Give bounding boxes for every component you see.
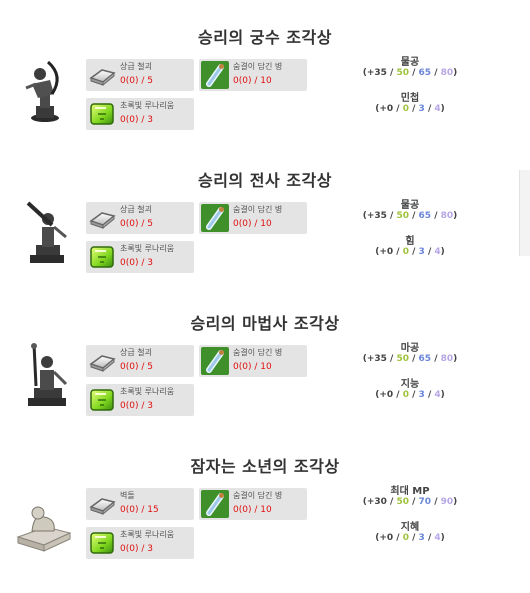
breath-bottle-icon — [201, 204, 229, 232]
stat-name: 힘 — [405, 236, 415, 247]
stat-block: 지혜 (+0 / 0 / 3 / 4) — [355, 522, 465, 544]
material-slot: 벽돌 0(0) / 15 — [86, 488, 194, 520]
stat-block: 힘 (+0 / 0 / 3 / 4) — [355, 236, 465, 258]
green-lunarium-icon — [90, 532, 114, 554]
stat-values: (+0 / 0 / 3 / 4) — [375, 104, 445, 114]
material-name: 벽돌 — [120, 491, 135, 500]
material-slot: 숨결이 담긴 병 0(0) / 10 — [199, 59, 307, 91]
archer-statue-icon — [25, 60, 59, 122]
stat-name: 물공 — [400, 200, 420, 211]
mage-statue-icon — [28, 343, 68, 406]
material-name: 초록빛 루나리움 — [120, 244, 175, 253]
material-count: 0(0) / 3 — [120, 401, 153, 411]
material-name: 상급 철괴 — [120, 348, 152, 357]
stat-block: 물공 (+35 / 50 / 65 / 80) — [355, 57, 465, 79]
stat-name: 민첩 — [400, 93, 420, 104]
stat-block: 최대 MP (+30 / 50 / 70 / 90) — [355, 486, 465, 508]
stat-name: 지혜 — [400, 522, 420, 533]
material-name: 숨결이 담긴 병 — [233, 62, 283, 71]
iron-ingot-icon — [89, 355, 116, 373]
stat-values: (+0 / 0 / 3 / 4) — [375, 533, 445, 543]
material-name: 초록빛 루나리움 — [120, 101, 175, 110]
material-count: 0(0) / 10 — [233, 219, 272, 229]
material-slot: 상급 철괴 0(0) / 5 — [86, 59, 194, 91]
warrior-statue-icon — [26, 201, 67, 263]
material-name: 숨결이 담긴 병 — [233, 348, 283, 357]
stat-values: (+35 / 50 / 65 / 80) — [362, 354, 458, 364]
material-slot: 초록빛 루나리움 0(0) / 3 — [86, 241, 194, 273]
side-panel-tab[interactable] — [519, 170, 530, 256]
statue-section-mage: 승리의 마법사 조각상 상급 철괴 0(0) / 5 숨결이 담긴 병 0(0)… — [0, 310, 530, 450]
material-slot: 숨결이 담긴 병 0(0) / 10 — [199, 202, 307, 234]
statue-section-sleeping-boy: 잠자는 소년의 조각상 벽돌 0(0) / 15 숨결이 담긴 병 0(0) /… — [0, 453, 530, 593]
green-lunarium-icon — [90, 246, 114, 268]
material-count: 0(0) / 10 — [233, 76, 272, 86]
iron-ingot-icon — [89, 69, 116, 87]
stat-name: 마공 — [400, 343, 420, 354]
material-slot: 초록빛 루나리움 0(0) / 3 — [86, 527, 194, 559]
statue-title: 승리의 마법사 조각상 — [190, 314, 340, 333]
material-name: 초록빛 루나리움 — [120, 387, 175, 396]
stat-values: (+0 / 0 / 3 / 4) — [375, 247, 445, 257]
stat-values: (+35 / 50 / 65 / 80) — [362, 68, 458, 78]
stat-block: 물공 (+35 / 50 / 65 / 80) — [355, 200, 465, 222]
statue-title: 승리의 궁수 조각상 — [198, 28, 332, 47]
stat-name: 지능 — [400, 379, 420, 390]
stat-values: (+35 / 50 / 65 / 80) — [362, 211, 458, 221]
material-slot: 숨결이 담긴 병 0(0) / 10 — [199, 345, 307, 377]
material-count: 0(0) / 3 — [120, 115, 153, 125]
stat-block: 마공 (+35 / 50 / 65 / 80) — [355, 343, 465, 365]
statue-title: 잠자는 소년의 조각상 — [190, 457, 340, 476]
statue-section-warrior: 승리의 전사 조각상 상급 철괴 0(0) / 5 숨결이 담긴 병 0(0) … — [0, 167, 530, 307]
stat-values: (+0 / 0 / 3 / 4) — [375, 390, 445, 400]
material-slot: 초록빛 루나리움 0(0) / 3 — [86, 98, 194, 130]
material-slot: 숨결이 담긴 병 0(0) / 10 — [199, 488, 307, 520]
statue-section-archer: 승리의 궁수 조각상 상급 철괴 0(0) / 5 숨결이 담긴 병 0(0) … — [0, 24, 530, 164]
material-name: 상급 철괴 — [120, 62, 152, 71]
stat-name: 물공 — [400, 57, 420, 68]
material-count: 0(0) / 5 — [120, 76, 153, 86]
stat-name: 최대 MP — [390, 486, 430, 497]
brick-icon — [89, 498, 116, 516]
material-name: 초록빛 루나리움 — [120, 530, 175, 539]
material-count: 0(0) / 3 — [120, 258, 153, 268]
sleeping-boy-statue-icon — [16, 506, 72, 552]
material-count: 0(0) / 10 — [233, 362, 272, 372]
iron-ingot-icon — [89, 212, 116, 230]
green-lunarium-icon — [90, 103, 114, 125]
green-lunarium-icon — [90, 389, 114, 411]
material-slot: 상급 철괴 0(0) / 5 — [86, 345, 194, 377]
material-slot: 초록빛 루나리움 0(0) / 3 — [86, 384, 194, 416]
material-count: 0(0) / 5 — [120, 219, 153, 229]
material-name: 상급 철괴 — [120, 205, 152, 214]
stat-values: (+30 / 50 / 70 / 90) — [362, 497, 458, 507]
stat-block: 민첩 (+0 / 0 / 3 / 4) — [355, 93, 465, 115]
statue-title: 승리의 전사 조각상 — [198, 171, 332, 190]
material-count: 0(0) / 15 — [120, 505, 159, 515]
material-count: 0(0) / 10 — [233, 505, 272, 515]
material-name: 숨결이 담긴 병 — [233, 491, 283, 500]
stat-block: 지능 (+0 / 0 / 3 / 4) — [355, 379, 465, 401]
breath-bottle-icon — [201, 61, 229, 89]
breath-bottle-icon — [201, 347, 229, 375]
material-name: 숨결이 담긴 병 — [233, 205, 283, 214]
material-slot: 상급 철괴 0(0) / 5 — [86, 202, 194, 234]
material-count: 0(0) / 3 — [120, 544, 153, 554]
breath-bottle-icon — [201, 490, 229, 518]
material-count: 0(0) / 5 — [120, 362, 153, 372]
